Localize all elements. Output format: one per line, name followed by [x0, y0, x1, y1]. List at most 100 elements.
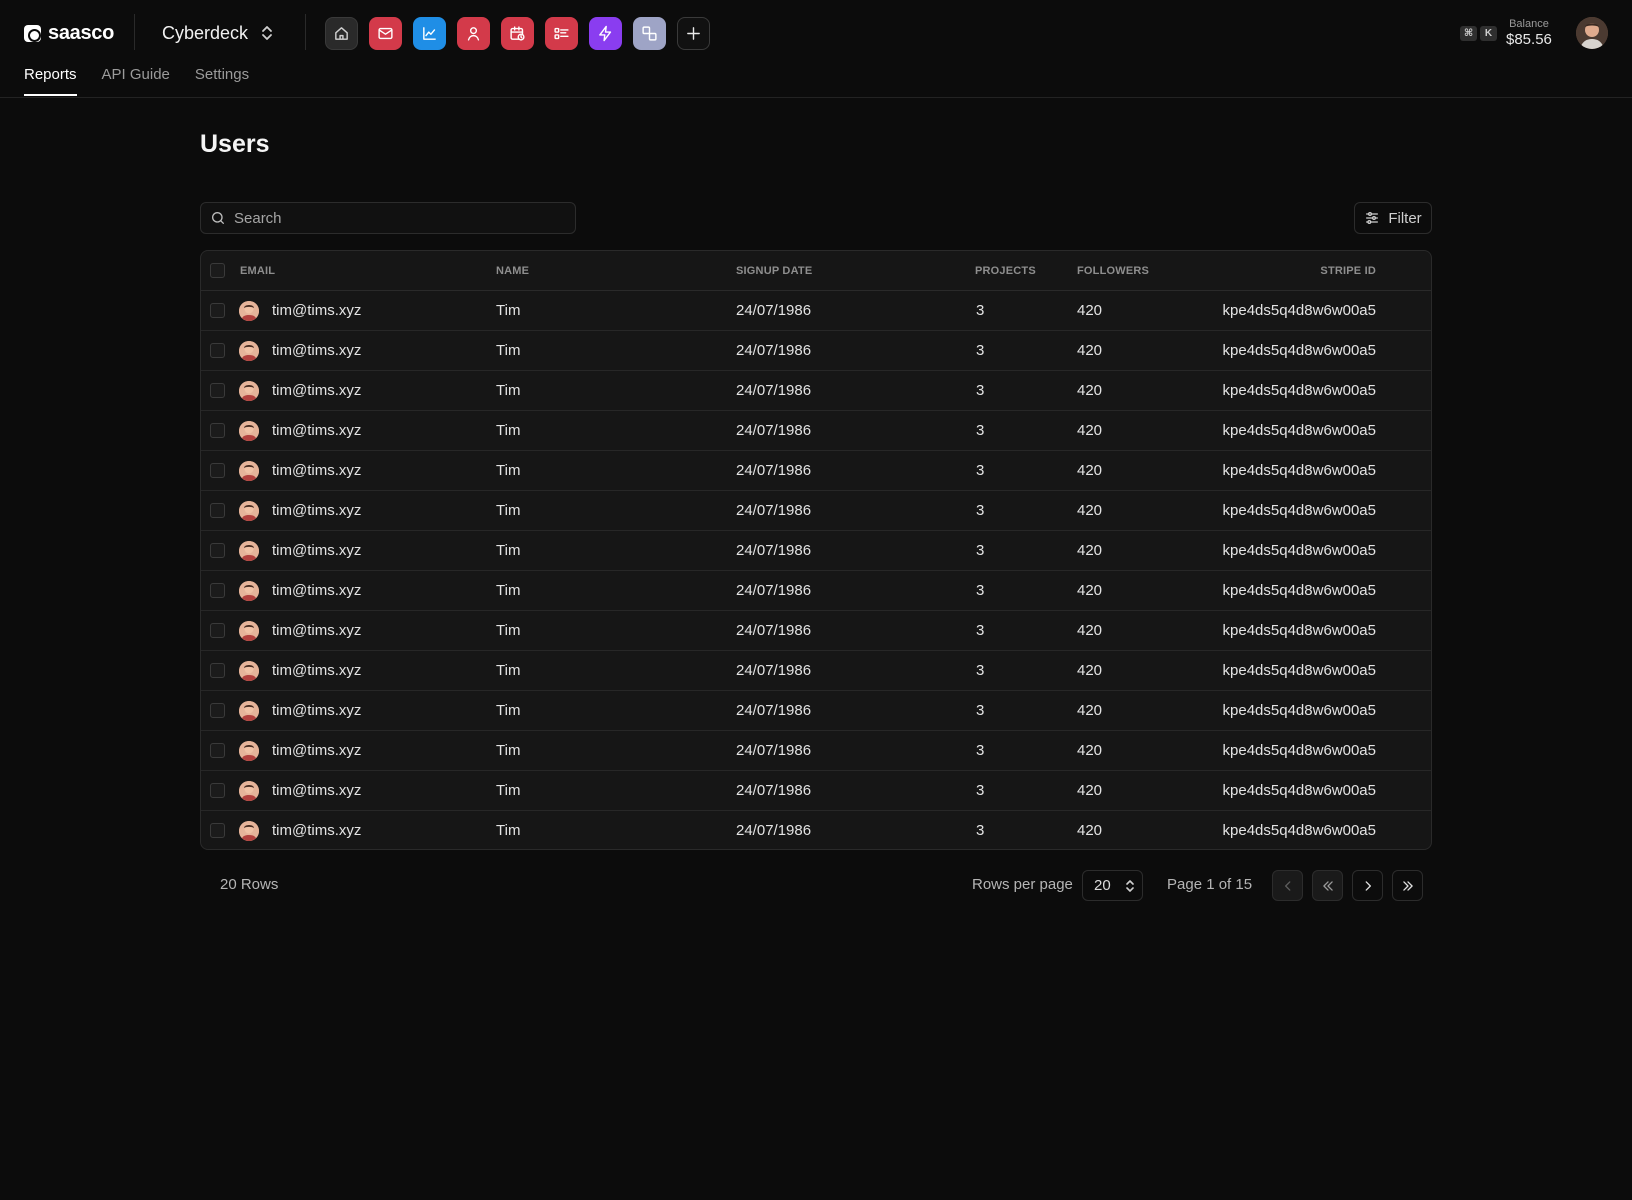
- first-page-button[interactable]: [1312, 870, 1343, 901]
- cell-stripe-id: kpe4ds5q4d8w6w00a5: [1222, 662, 1376, 679]
- workspace-switcher[interactable]: Cyberdeck: [162, 20, 274, 46]
- row-checkbox[interactable]: [210, 623, 225, 638]
- user-avatar[interactable]: [1576, 17, 1608, 49]
- table-row[interactable]: tim@tims.xyz Tim 24/07/1986 3 420 kpe4ds5q4d8…: [201, 291, 1431, 331]
- search-icon: [212, 212, 224, 224]
- calendar-app-button[interactable]: [501, 17, 534, 50]
- cell-signup-date: 24/07/1986: [736, 702, 812, 719]
- brand-logo[interactable]: saasco: [24, 22, 114, 45]
- table-row[interactable]: tim@tims.xyz Tim 24/07/1986 3 420 kpe4ds5q4d8…: [201, 771, 1431, 811]
- row-checkbox[interactable]: [210, 463, 225, 478]
- page-title: Users: [200, 130, 270, 158]
- cell-projects: 3: [976, 702, 985, 719]
- user-avatar: [239, 341, 259, 361]
- column-stripe-id[interactable]: STRIPE ID: [1320, 265, 1376, 277]
- calendar-clock-icon: [510, 26, 525, 41]
- filter-label: Filter: [1388, 209, 1422, 227]
- mail-icon: [378, 27, 393, 40]
- cell-signup-date: 24/07/1986: [736, 502, 812, 519]
- table-row[interactable]: tim@tims.xyz Tim 24/07/1986 3 420 kpe4ds5q4d8…: [201, 731, 1431, 771]
- table-row[interactable]: tim@tims.xyz Tim 24/07/1986 3 420 kpe4ds5q4d8…: [201, 451, 1431, 491]
- filter-button[interactable]: Filter: [1354, 202, 1432, 234]
- home-app-button[interactable]: [325, 17, 358, 50]
- search-box[interactable]: [200, 202, 576, 234]
- user-avatar: [239, 741, 259, 761]
- previous-page-button[interactable]: [1272, 870, 1303, 901]
- column-name[interactable]: NAME: [496, 265, 529, 277]
- user-avatar: [239, 381, 259, 401]
- table-row[interactable]: tim@tims.xyz Tim 24/07/1986 3 420 kpe4ds5q4d8…: [201, 611, 1431, 651]
- cell-signup-date: 24/07/1986: [736, 782, 812, 799]
- row-checkbox[interactable]: [210, 423, 225, 438]
- next-page-button[interactable]: [1352, 870, 1383, 901]
- user-avatar: [239, 541, 259, 561]
- row-checkbox[interactable]: [210, 783, 225, 798]
- chevron-up-down-icon: [262, 26, 272, 40]
- table-row[interactable]: tim@tims.xyz Tim 24/07/1986 3 420 kpe4ds5q4d8…: [201, 371, 1431, 411]
- cell-email: tim@tims.xyz: [272, 742, 362, 759]
- row-checkbox[interactable]: [210, 823, 225, 838]
- table-row[interactable]: tim@tims.xyz Tim 24/07/1986 3 420 kpe4ds5q4d8…: [201, 811, 1431, 849]
- cell-name: Tim: [496, 782, 521, 799]
- tab-reports[interactable]: Reports: [24, 66, 77, 96]
- chevron-up-down-icon: [1125, 879, 1134, 892]
- row-checkbox[interactable]: [210, 543, 225, 558]
- column-followers[interactable]: FOLLOWERS: [1077, 265, 1149, 277]
- analytics-app-button[interactable]: [413, 17, 446, 50]
- row-checkbox[interactable]: [210, 743, 225, 758]
- last-page-button[interactable]: [1392, 870, 1423, 901]
- command-shortcut[interactable]: ⌘ K: [1460, 26, 1497, 41]
- cell-signup-date: 24/07/1986: [736, 462, 812, 479]
- cell-stripe-id: kpe4ds5q4d8w6w00a5: [1222, 422, 1376, 439]
- checklist-app-button[interactable]: [545, 17, 578, 50]
- user-app-button[interactable]: [457, 17, 490, 50]
- k-key: K: [1480, 26, 1497, 41]
- row-checkbox[interactable]: [210, 303, 225, 318]
- cell-email: tim@tims.xyz: [272, 422, 362, 439]
- row-checkbox[interactable]: [210, 583, 225, 598]
- cell-name: Tim: [496, 342, 521, 359]
- row-checkbox[interactable]: [210, 343, 225, 358]
- cell-stripe-id: kpe4ds5q4d8w6w00a5: [1222, 582, 1376, 599]
- tab-api-guide[interactable]: API Guide: [102, 66, 170, 93]
- cell-signup-date: 24/07/1986: [736, 582, 812, 599]
- tab-settings[interactable]: Settings: [195, 66, 249, 93]
- column-projects[interactable]: PROJECTS: [975, 265, 1036, 277]
- command-key: ⌘: [1460, 26, 1477, 41]
- user-avatar: [239, 301, 259, 321]
- cell-email: tim@tims.xyz: [272, 502, 362, 519]
- cell-email: tim@tims.xyz: [272, 382, 362, 399]
- rows-per-page-select[interactable]: 20: [1082, 870, 1143, 901]
- cell-stripe-id: kpe4ds5q4d8w6w00a5: [1222, 782, 1376, 799]
- cell-stripe-id: kpe4ds5q4d8w6w00a5: [1222, 702, 1376, 719]
- select-all-checkbox[interactable]: [210, 263, 225, 278]
- table-row[interactable]: tim@tims.xyz Tim 24/07/1986 3 420 kpe4ds5q4d8…: [201, 491, 1431, 531]
- row-checkbox[interactable]: [210, 383, 225, 398]
- column-signup-date[interactable]: SIGNUP DATE: [736, 265, 812, 277]
- cell-followers: 420: [1077, 542, 1103, 559]
- table-row[interactable]: tim@tims.xyz Tim 24/07/1986 3 420 kpe4ds5q4d8…: [201, 331, 1431, 371]
- add-app-button[interactable]: [677, 17, 710, 50]
- table-row[interactable]: tim@tims.xyz Tim 24/07/1986 3 420 kpe4ds5q4d8…: [201, 531, 1431, 571]
- table-row[interactable]: tim@tims.xyz Tim 24/07/1986 3 420 kpe4ds5q4d8…: [201, 651, 1431, 691]
- row-checkbox[interactable]: [210, 703, 225, 718]
- table-row[interactable]: tim@tims.xyz Tim 24/07/1986 3 420 kpe4ds5q4d8…: [201, 691, 1431, 731]
- rows-per-page-value: 20: [1094, 877, 1111, 894]
- cell-projects: 3: [976, 622, 985, 639]
- cell-name: Tim: [496, 622, 521, 639]
- column-email[interactable]: EMAIL: [240, 265, 275, 277]
- table-row[interactable]: tim@tims.xyz Tim 24/07/1986 3 420 kpe4ds5q4d8…: [201, 571, 1431, 611]
- row-checkbox[interactable]: [210, 503, 225, 518]
- cell-projects: 3: [976, 342, 985, 359]
- shapes-app-button[interactable]: [633, 17, 666, 50]
- cell-followers: 420: [1077, 582, 1103, 599]
- cell-signup-date: 24/07/1986: [736, 422, 812, 439]
- search-input[interactable]: [234, 209, 554, 227]
- row-checkbox[interactable]: [210, 663, 225, 678]
- cell-signup-date: 24/07/1986: [736, 302, 812, 319]
- cell-followers: 420: [1077, 342, 1103, 359]
- table-row[interactable]: tim@tims.xyz Tim 24/07/1986 3 420 kpe4ds5q4d8…: [201, 411, 1431, 451]
- mail-app-button[interactable]: [369, 17, 402, 50]
- bolt-app-button[interactable]: [589, 17, 622, 50]
- user-avatar: [239, 581, 259, 601]
